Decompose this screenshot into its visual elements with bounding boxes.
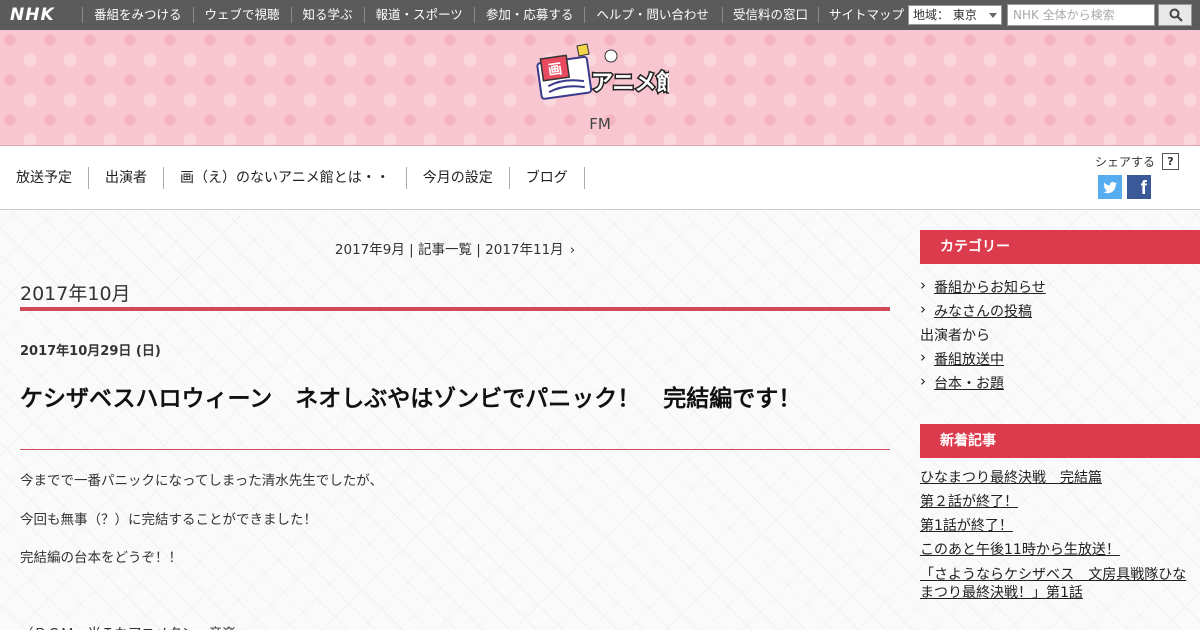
archive-month-title: 2017年10月 — [20, 283, 131, 305]
global-header: NHK 番組をみつける ウェブで視聴 知る学ぶ 報道・スポーツ 参加・応募する … — [0, 0, 1200, 30]
twitter-icon — [1103, 181, 1117, 194]
pager-separator: | — [404, 242, 418, 258]
month-pager: 2017年9月 | 記事一覧 | 2017年11月 › — [0, 238, 910, 258]
program-nav: 放送予定 出演者 画（え）のないアニメ館とは・・ 今月の設定 ブログ シェアする… — [0, 147, 1200, 210]
program-nav-about[interactable]: 画（え）のないアニメ館とは・・ — [164, 167, 407, 189]
global-nav-find-programs[interactable]: 番組をみつける — [82, 7, 193, 23]
program-logo[interactable]: 画 アニメ館 — [533, 42, 669, 102]
search-button[interactable] — [1158, 4, 1192, 26]
program-nav-monthly-setting[interactable]: 今月の設定 — [407, 167, 510, 189]
svg-text:アニメ館: アニメ館 — [591, 70, 669, 96]
global-nav-secondary: 受信料の窓口 サイトマップ — [722, 7, 914, 23]
post-paragraph: （ＢＧＭ 当Ｉなアニメタンー音楽 — [20, 622, 236, 630]
new-article-link[interactable]: 「さようならケシザベス 文房具戦隊ひなまつり最終決戦！」第1話 — [920, 566, 1200, 602]
svg-text:画: 画 — [547, 61, 563, 79]
post-title[interactable]: ケシザベスハロウィーン ネオしぶやはゾンビでパニック！ 完結編です！ — [20, 386, 860, 412]
station-label: FM — [589, 115, 611, 133]
facebook-share-button[interactable]: f — [1127, 175, 1151, 199]
search-icon — [1169, 8, 1183, 22]
new-article-link[interactable]: 第２話が終了！ — [920, 493, 1200, 511]
program-header: 画 アニメ館 FM — [0, 30, 1200, 146]
global-nav-fee-window[interactable]: 受信料の窓口 — [722, 7, 818, 23]
global-nav: 番組をみつける ウェブで視聴 知る学ぶ 報道・スポーツ 参加・応募する ヘルプ・… — [82, 7, 720, 23]
post-paragraph: 今回も無事（？）に完結することができました！ — [20, 512, 317, 528]
search-input[interactable]: NHK 全体から検索 — [1007, 4, 1155, 26]
new-articles-heading: 新着記事 — [920, 424, 1200, 458]
pager-separator: | — [472, 242, 486, 258]
pager-article-index[interactable]: 記事一覧 — [418, 242, 472, 258]
chevron-right-icon: › — [569, 242, 576, 258]
region-select[interactable]: 地域： 東京 — [908, 5, 1002, 25]
post-paragraph: 完結編の台本をどうぞ！！ — [20, 550, 182, 566]
category-link[interactable]: 台本・お題 — [920, 372, 1004, 393]
category-link[interactable]: 番組放送中 — [920, 348, 1004, 369]
new-article-link[interactable]: このあと午後11時から生放送！ — [920, 541, 1200, 559]
pager-prev-month[interactable]: 2017年9月 — [335, 242, 405, 258]
nhk-logo[interactable]: NHK — [10, 6, 55, 24]
twitter-share-button[interactable] — [1098, 175, 1122, 199]
pager-next-month[interactable]: 2017年11月 — [485, 242, 564, 258]
new-article-link[interactable]: ひなまつり最終決戦 完結篇 — [920, 469, 1200, 487]
global-nav-learn[interactable]: 知る学ぶ — [290, 7, 364, 23]
title-divider — [20, 449, 890, 450]
category-link[interactable]: 番組からお知らせ — [920, 276, 1046, 297]
global-nav-watch-web[interactable]: ウェブで視聴 — [192, 7, 291, 23]
program-nav-schedule[interactable]: 放送予定 — [0, 167, 89, 189]
region-select-value: 地域： 東京 — [913, 8, 977, 22]
global-nav-help[interactable]: ヘルプ・問い合わせ — [584, 7, 720, 23]
category-heading: カテゴリー — [920, 230, 1200, 264]
share-label: シェアする — [1095, 155, 1156, 169]
global-nav-participate[interactable]: 参加・応募する — [473, 7, 585, 23]
month-divider — [20, 307, 890, 311]
global-nav-news-sports[interactable]: 報道・スポーツ — [363, 7, 474, 23]
chevron-down-icon — [989, 13, 997, 18]
post-paragraph: 今までで一番パニックになってしまった清水先生でしたが、 — [20, 473, 384, 489]
post-date: 2017年10月29日 (日) — [20, 344, 161, 359]
program-nav-list: 放送予定 出演者 画（え）のないアニメ館とは・・ 今月の設定 ブログ — [0, 167, 585, 189]
category-group-label: 出演者から — [920, 328, 990, 344]
new-article-link[interactable]: 第1話が終了！ — [920, 517, 1200, 535]
global-nav-sitemap[interactable]: サイトマップ — [818, 7, 914, 23]
program-nav-cast[interactable]: 出演者 — [89, 167, 164, 189]
share-help-button[interactable]: ? — [1162, 153, 1179, 170]
program-nav-blog[interactable]: ブログ — [510, 167, 585, 189]
category-link[interactable]: みなさんの投稿 — [920, 300, 1032, 321]
